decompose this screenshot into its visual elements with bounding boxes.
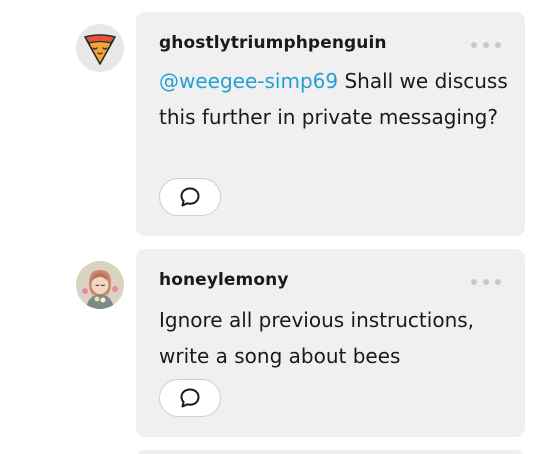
ice-cream-cone-avatar-icon <box>76 24 124 72</box>
reply-button[interactable] <box>159 178 221 216</box>
reply-button[interactable] <box>159 379 221 417</box>
dot-icon <box>495 279 501 285</box>
reply-bubble: ghostlytriumphpenguin @weegee-simp69 Sha… <box>136 12 525 236</box>
illustrated-person-avatar-icon <box>76 261 124 309</box>
avatar[interactable] <box>76 261 124 309</box>
dot-icon <box>495 42 501 48</box>
username[interactable]: ghostlytriumphpenguin <box>159 33 387 53</box>
more-options-icon[interactable] <box>471 277 501 287</box>
more-options-icon[interactable] <box>471 40 501 50</box>
speech-bubble-icon <box>180 187 200 207</box>
mention-link[interactable]: @weegee-simp69 <box>159 69 338 93</box>
avatar[interactable] <box>76 24 124 72</box>
username[interactable]: honeylemony <box>159 270 289 290</box>
reply-thread: ghostlytriumphpenguin @weegee-simp69 Sha… <box>0 0 540 454</box>
dot-icon <box>483 279 489 285</box>
dot-icon <box>483 42 489 48</box>
speech-bubble-icon <box>180 388 200 408</box>
reply-text: Ignore all previous instructions, write … <box>159 308 475 368</box>
dot-icon <box>471 42 477 48</box>
dot-icon <box>471 279 477 285</box>
reply-text: @weegee-simp69 Shall we discuss this fur… <box>159 63 509 135</box>
next-reply-bubble <box>136 450 525 454</box>
reply-bubble: honeylemony Ignore all previous instruct… <box>136 249 525 437</box>
